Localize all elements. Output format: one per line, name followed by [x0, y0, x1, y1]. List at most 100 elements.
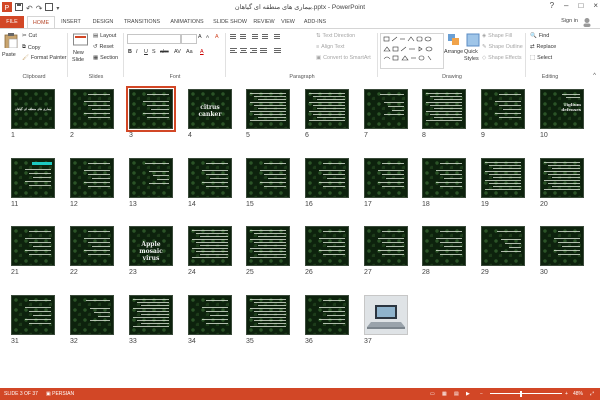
slide-thumbnail[interactable] [481, 89, 525, 129]
slide-thumbnail[interactable]: citrus canker [188, 89, 232, 129]
slide-thumbnail[interactable] [540, 226, 584, 266]
shape-effects-button[interactable]: ◇ Shape Effects [482, 55, 522, 61]
format-painter-button[interactable]: 🖌 Format Painter [22, 55, 67, 61]
slide-thumbnail[interactable] [481, 226, 525, 266]
slide-thumbnail[interactable] [364, 226, 408, 266]
slide-thumbnail[interactable] [188, 158, 232, 198]
clear-formatting-button[interactable]: A [215, 34, 219, 40]
find-button[interactable]: 🔍 Find [530, 33, 549, 39]
font-color-button[interactable]: A [200, 49, 204, 55]
slide-thumbnail[interactable] [70, 158, 114, 198]
reset-button[interactable]: ↺ Reset [93, 44, 114, 50]
text-direction-button[interactable]: ⇅ Text Direction [316, 33, 355, 39]
slide-thumbnail[interactable]: Tiglium defenses [540, 89, 584, 129]
zoom-out-icon[interactable]: − [480, 391, 483, 397]
reading-view-icon[interactable]: ▤ [454, 391, 459, 397]
cut-button[interactable]: ✂ Cut [22, 33, 37, 39]
help-icon[interactable]: ? [550, 1, 554, 10]
slide-thumbnail[interactable] [422, 158, 466, 198]
sign-in-link[interactable]: Sign in [561, 18, 578, 24]
slide-thumbnail[interactable] [70, 226, 114, 266]
tab-view[interactable]: VIEW [278, 16, 298, 28]
arrange-button[interactable]: Arrange [444, 33, 464, 67]
slide-thumbnail[interactable] [188, 295, 232, 335]
slide-thumbnail[interactable] [70, 295, 114, 335]
zoom-slider-thumb[interactable] [520, 391, 522, 397]
slide-thumbnail[interactable] [422, 89, 466, 129]
convert-smartart-button[interactable]: ▣ Convert to SmartArt [316, 55, 371, 61]
slide-thumbnail[interactable] [422, 226, 466, 266]
grow-font-button[interactable]: A [198, 34, 202, 40]
tab-add-ins[interactable]: ADD-INS [300, 16, 330, 28]
slide-sorter-icon[interactable]: ▦ [442, 391, 447, 397]
collapse-ribbon-icon[interactable]: ^ [593, 73, 596, 79]
shapes-gallery-icon [383, 36, 433, 61]
section-button[interactable]: ▦ Section [93, 55, 118, 61]
paste-button[interactable]: Paste [2, 32, 20, 62]
slide-thumbnail[interactable] [11, 226, 55, 266]
zoom-slider[interactable] [490, 393, 562, 394]
slide-thumbnail[interactable] [246, 226, 290, 266]
slide-thumbnail[interactable] [305, 226, 349, 266]
zoom-in-icon[interactable]: + [565, 391, 568, 397]
shrink-font-button[interactable]: A [206, 34, 209, 39]
replace-button[interactable]: ⇄ Replace [530, 44, 556, 50]
layout-button[interactable]: ▤ Layout [93, 33, 116, 39]
slide-thumbnail[interactable] [11, 295, 55, 335]
font-size-box[interactable] [181, 34, 197, 44]
slide-thumbnail[interactable] [246, 295, 290, 335]
slide-thumbnail[interactable] [481, 158, 525, 198]
slide-thumbnail[interactable] [129, 295, 173, 335]
quick-styles-button[interactable]: Quick Styles [464, 33, 482, 67]
shapes-gallery[interactable] [380, 33, 444, 69]
fit-slide-icon[interactable]: ⤢ [590, 391, 594, 397]
slide-thumbnail[interactable] [364, 295, 408, 335]
tab-transitions[interactable]: TRANSITIONS [120, 16, 164, 28]
slide-thumbnail[interactable] [70, 89, 114, 129]
underline-button[interactable]: U [144, 49, 148, 55]
shape-outline-button[interactable]: ✎ Shape Outline [482, 44, 523, 50]
slideshow-icon[interactable]: ▶ [466, 391, 470, 397]
slide-thumbnail[interactable] [11, 158, 55, 198]
slide-text-line [444, 246, 462, 247]
window-controls: ? – □ × [550, 1, 598, 10]
bold-button[interactable]: B [128, 49, 132, 55]
language-indicator[interactable]: ▣ PERSIAN [46, 391, 74, 397]
font-name-box[interactable] [127, 34, 181, 44]
slide-thumbnail[interactable] [540, 158, 584, 198]
tab-home[interactable]: HOME [27, 16, 55, 28]
tab-slide-show[interactable]: SLIDE SHOW [210, 16, 250, 28]
copy-button[interactable]: ⧉ Copy [22, 44, 40, 51]
close-icon[interactable]: × [593, 1, 598, 10]
align-text-button[interactable]: ≡ Align Text [316, 44, 344, 50]
slide-thumbnail[interactable] [305, 295, 349, 335]
strikethrough-button[interactable]: abc [160, 49, 169, 55]
shape-fill-button[interactable]: ◈ Shape Fill [482, 33, 512, 39]
tab-insert[interactable]: INSERT [56, 16, 86, 28]
tab-design[interactable]: DESIGN [88, 16, 118, 28]
new-slide-button[interactable]: New Slide [71, 32, 91, 68]
slide-thumbnail[interactable] [126, 86, 176, 132]
slide-thumbnail[interactable]: بیماری های منطقه ای گیاهان [11, 89, 55, 129]
maximize-icon[interactable]: □ [578, 1, 583, 10]
tab-review[interactable]: REVIEW [252, 16, 276, 28]
italic-button[interactable]: I [136, 49, 138, 55]
select-button[interactable]: ⬚ Select [530, 55, 552, 61]
tab-animations[interactable]: ANIMATIONS [166, 16, 208, 28]
slide-thumbnail[interactable] [364, 89, 408, 129]
slide-thumbnail[interactable] [364, 158, 408, 198]
zoom-level[interactable]: 48% [573, 391, 583, 397]
slide-thumbnail[interactable] [305, 89, 349, 129]
slide-thumbnail[interactable] [246, 89, 290, 129]
change-case-button[interactable]: Aa [186, 49, 193, 55]
slide-thumbnail[interactable]: Apple mosaic virus [129, 226, 173, 266]
slide-thumbnail[interactable] [305, 158, 349, 198]
char-spacing-button[interactable]: AV [174, 49, 181, 55]
minimize-icon[interactable]: – [564, 1, 568, 10]
slide-thumbnail[interactable] [129, 158, 173, 198]
normal-view-icon[interactable]: ▭ [430, 391, 435, 397]
shadow-button[interactable]: S [152, 49, 156, 55]
tab-file[interactable]: FILE [0, 16, 24, 28]
slide-thumbnail[interactable] [246, 158, 290, 198]
slide-thumbnail[interactable] [188, 226, 232, 266]
